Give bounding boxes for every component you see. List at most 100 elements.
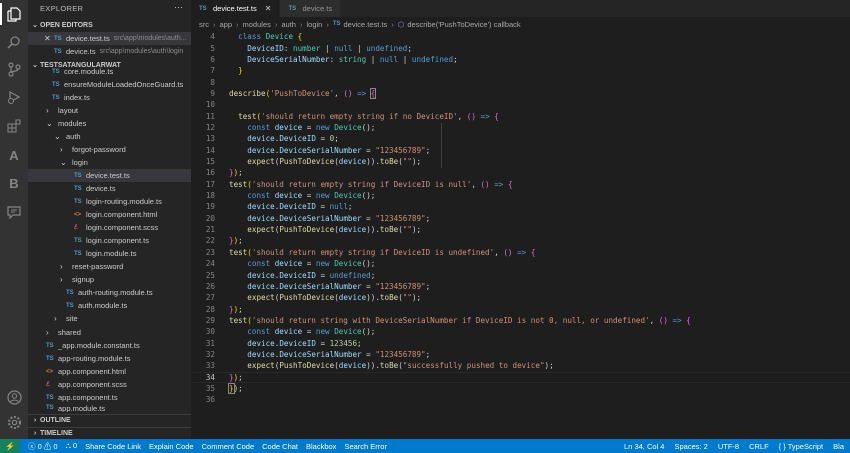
chevron-right-icon: › (33, 430, 37, 437)
search-icon[interactable] (5, 33, 23, 51)
html-file-icon: <> (46, 368, 54, 375)
breadcrumb-item[interactable]: modules (243, 20, 271, 29)
chevron-right-icon: › (274, 19, 278, 29)
typescript-file-icon: TS (199, 5, 207, 12)
chevron-down-icon: ⌄ (54, 132, 61, 141)
tree-file[interactable]: TS auth.module.ts (28, 299, 191, 312)
breadcrumb-item[interactable]: auth (281, 20, 296, 29)
explorer-icon[interactable] (5, 5, 23, 23)
explain-code-button[interactable]: Explain Code (149, 442, 194, 451)
typescript-file-icon: TS (46, 405, 54, 411)
tree-file[interactable]: TS login-routing.module.ts (28, 195, 191, 208)
symbol-method-icon: ⬡ (397, 19, 405, 29)
code-line: 25 device.DeviceID = undefined; (205, 270, 376, 280)
tree-file[interactable]: TS app-routing.module.ts (28, 352, 191, 365)
code-line: 18 const device = new Device(); (205, 191, 376, 201)
share-code-link-button[interactable]: Share Code Link (85, 442, 141, 451)
code-line: 22}); (205, 236, 243, 246)
tree-file[interactable]: TS index.ts (28, 91, 191, 104)
account-icon[interactable] (5, 388, 23, 406)
tree-file[interactable]: TS auth-routing.module.ts (28, 286, 191, 299)
tree-file[interactable]: TS ensureModuleLoadedOnceGuard.ts (28, 78, 191, 91)
typescript-file-icon: TS (46, 342, 54, 349)
blackbox-icon[interactable]: B (5, 174, 23, 192)
tree-folder[interactable]: › forgot-password (28, 143, 191, 156)
chevron-right-icon: › (60, 275, 63, 284)
run-debug-icon[interactable] (5, 88, 23, 106)
chevron-right-icon: › (391, 19, 394, 29)
typescript-file-icon: TS (74, 250, 82, 257)
cursor-position[interactable]: Ln 34, Col 4 (624, 442, 664, 451)
tree-file[interactable]: TS _app.module.constant.ts (28, 339, 191, 352)
tree-folder[interactable]: ⌄ auth (28, 130, 191, 143)
breadcrumb-file[interactable]: device.test.ts (344, 20, 388, 29)
breadcrumb-item[interactable]: app (220, 20, 233, 29)
explorer-title: EXPLORER (40, 4, 84, 13)
tab-device[interactable]: TS device.ts (280, 0, 342, 17)
explorer-sidebar: EXPLORER ··· ⌄ OPEN EDITORS ✕ TS device.… (28, 0, 191, 439)
breadcrumb-item[interactable]: src (199, 20, 209, 29)
tab-device-test[interactable]: TS device.test.ts ✕ (191, 0, 281, 17)
tree-file[interactable]: <> app.component.html (28, 365, 191, 378)
tree-file[interactable]: TS app.module.ts (28, 404, 191, 412)
breadcrumb-item[interactable]: login (306, 20, 322, 29)
code-editor[interactable]: 4 class Device { 5 DeviceID: number | nu… (191, 31, 850, 439)
search-error-button[interactable]: Search Error (344, 442, 387, 451)
extensions-icon[interactable] (5, 117, 23, 135)
tree-folder[interactable]: › reset-password (28, 260, 191, 273)
tree-folder[interactable]: ⌄ modules (28, 117, 191, 130)
open-editors-header[interactable]: ⌄ OPEN EDITORS (28, 19, 191, 31)
more-actions-icon[interactable]: ··· (174, 2, 183, 12)
azure-icon[interactable]: A (5, 146, 23, 164)
code-line: 27 expect(PushToDevice(device)).toBe("")… (205, 293, 422, 303)
close-icon[interactable]: ✕ (44, 34, 54, 43)
comment-code-button[interactable]: Comment Code (202, 442, 255, 451)
status-extra[interactable]: Bla (833, 442, 844, 451)
typescript-file-icon: TS (52, 68, 60, 75)
settings-gear-icon[interactable] (5, 413, 23, 431)
open-editor-item[interactable]: ✕ TS device.test.ts src\app\modules\auth… (28, 32, 191, 45)
tree-file[interactable]: <> login.component.html (28, 208, 191, 221)
chevron-right-icon: › (54, 314, 57, 323)
tree-file-selected[interactable]: TS device.test.ts (28, 169, 191, 182)
code-line: 8 (210, 77, 215, 87)
line-ending[interactable]: CRLF (749, 442, 769, 451)
outline-header[interactable]: › OUTLINE (28, 414, 191, 426)
tree-file[interactable]: TS app.component.ts (28, 391, 191, 404)
blackbox-button[interactable]: Blackbox (306, 442, 336, 451)
typescript-file-icon: TS (54, 48, 62, 55)
code-chat-button[interactable]: Code Chat (262, 442, 298, 451)
chat-icon[interactable] (5, 203, 23, 221)
typescript-file-icon: TS (52, 81, 60, 88)
tree-file[interactable]: TS login.component.ts (28, 234, 191, 247)
remote-indicator[interactable]: ⚡ (0, 439, 20, 453)
timeline-header[interactable]: › TIMELINE (28, 427, 191, 439)
language-mode[interactable]: { } TypeScript (779, 442, 823, 451)
source-control-icon[interactable] (5, 60, 23, 78)
tree-folder[interactable]: › shared (28, 326, 191, 339)
close-icon[interactable]: ✕ (265, 4, 272, 13)
code-line: 20 device.DeviceSerialNumber = "12345678… (205, 213, 431, 223)
indentation[interactable]: Spaces: 2 (674, 442, 707, 451)
tree-folder[interactable]: › layout (28, 104, 191, 117)
open-editor-item[interactable]: TS device.ts src\app\modules\auth\login (28, 45, 191, 58)
code-line: 33 expect(PushToDevice(device)).toBe("su… (205, 361, 554, 371)
breadcrumb: src › app › modules › auth › login › TS … (191, 17, 850, 31)
breadcrumb-symbol[interactable]: describe('PushToDevice') callback (407, 20, 520, 29)
typescript-file-icon: TS (66, 302, 74, 309)
tree-folder[interactable]: › site (28, 312, 191, 325)
typescript-file-icon: TS (74, 198, 82, 205)
tree-folder[interactable]: ⌄ login (28, 156, 191, 169)
encoding[interactable]: UTF-8 (718, 442, 739, 451)
tree-file[interactable]: TS device.ts (28, 182, 191, 195)
chevron-right-icon: › (236, 19, 239, 29)
tree-file[interactable]: ℰ app.component.scss (28, 378, 191, 391)
tree-file[interactable]: TS core.module.ts (28, 66, 191, 77)
typescript-file-icon: TS (74, 185, 82, 192)
tree-file[interactable]: TS login.module.ts (28, 247, 191, 260)
tree-file[interactable]: ℰ login.component.scss (28, 221, 191, 234)
typescript-file-icon: TS (332, 21, 341, 27)
problems-indicator[interactable]: ⓧ 0 ⚠ 0 (28, 441, 58, 452)
ports-indicator[interactable]: ⛬ 0 (66, 441, 78, 451)
tree-folder[interactable]: › signup (28, 273, 191, 286)
